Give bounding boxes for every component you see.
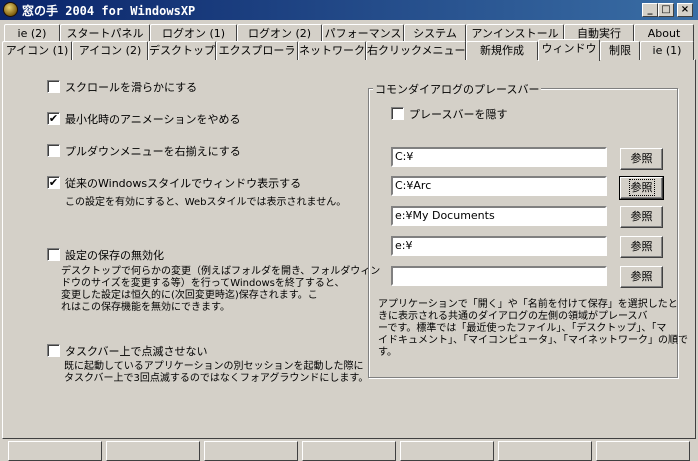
classic-window-style-checkbox[interactable]: ✔ [47, 176, 60, 189]
minimize-button[interactable]: _ [642, 3, 658, 17]
tab-desktop[interactable]: デスクトップ [148, 41, 216, 60]
bottom-button-1[interactable] [8, 441, 102, 461]
close-button[interactable]: × [677, 3, 693, 17]
taskbar-no-flash-checkbox[interactable] [47, 344, 60, 357]
places-bar-note: アプリケーションで「開く」や「名前を付けて保存」を選択したと きに表示される共通… [378, 299, 688, 358]
places-path-5-input[interactable] [391, 266, 607, 286]
tab-window[interactable]: ウィンドウ [538, 39, 600, 61]
bottom-button-3[interactable] [204, 441, 298, 461]
disable-minimize-animation-label: 最小化時のアニメーションをやめる [65, 113, 241, 126]
disable-settings-save-label: 設定の保存の無効化 [65, 249, 164, 262]
places-path-2-input[interactable]: C:¥Arc [391, 176, 607, 196]
tab-new-item[interactable]: 新規作成 [466, 41, 538, 60]
maximize-button[interactable]: □ [658, 3, 674, 17]
tab-icon-2[interactable]: アイコン (2) [72, 41, 148, 60]
right-align-menu-checkbox[interactable] [47, 144, 60, 157]
browse-button-1[interactable]: 参照 [620, 148, 663, 170]
bottom-button-7[interactable] [596, 441, 690, 461]
hide-places-bar-label: プレースバーを隠す [409, 108, 508, 121]
right-align-menu-label: プルダウンメニューを右揃えにする [65, 145, 241, 158]
bottom-button-2[interactable] [106, 441, 200, 461]
bottom-button-4[interactable] [302, 441, 396, 461]
bottom-button-6[interactable] [498, 441, 592, 461]
taskbar-no-flash-description: 既に起動しているアプリケーションの別セッションを起動した際に タスクバー上で3回… [64, 361, 369, 384]
title-bar: 窓の手 2004 for WindowsXP _ □ × [0, 0, 698, 20]
disable-settings-save-description: デスクトップで何らかの変更（例えばフォルダを開き、フォルダウィン ドウのサイズを… [61, 266, 381, 313]
bottom-button-5[interactable] [400, 441, 494, 461]
places-path-4-input[interactable]: e:¥ [391, 236, 607, 256]
places-bar-group-title: コモンダイアログのプレースバー [373, 81, 542, 97]
tab-icon-1[interactable]: アイコン (1) [2, 41, 72, 60]
disable-minimize-animation-checkbox[interactable]: ✔ [47, 112, 60, 125]
tab-network[interactable]: ネットワーク [298, 41, 366, 60]
window-title: 窓の手 2004 for WindowsXP [22, 4, 196, 18]
hide-places-bar-checkbox[interactable] [391, 107, 404, 120]
tab-restriction[interactable]: 制限 [600, 41, 640, 60]
classic-window-style-description: この設定を有効にすると、Webスタイルでは表示されません。 [65, 197, 347, 208]
taskbar-no-flash-label: タスクバー上で点滅させない [65, 345, 208, 358]
smooth-scroll-label: スクロールを滑らかにする [65, 81, 198, 94]
browse-button-5[interactable]: 参照 [620, 266, 663, 288]
browse-button-3[interactable]: 参照 [620, 206, 663, 228]
smooth-scroll-checkbox[interactable] [47, 80, 60, 93]
places-path-1-input[interactable]: C:¥ [391, 147, 607, 167]
classic-window-style-label: 従来のWindowsスタイルでウィンドウ表示する [65, 177, 302, 190]
tab-ie-1[interactable]: ie (1) [640, 41, 694, 60]
app-icon [3, 2, 18, 17]
places-path-3-input[interactable]: e:¥My Documents [391, 206, 607, 226]
tab-explorer[interactable]: エクスプローラ [216, 41, 298, 60]
browse-button-2[interactable]: 参照 [619, 176, 664, 200]
tab-context-menu[interactable]: 右クリックメニュー [366, 41, 466, 60]
browse-button-4[interactable]: 参照 [620, 236, 663, 258]
disable-settings-save-checkbox[interactable] [47, 248, 60, 261]
